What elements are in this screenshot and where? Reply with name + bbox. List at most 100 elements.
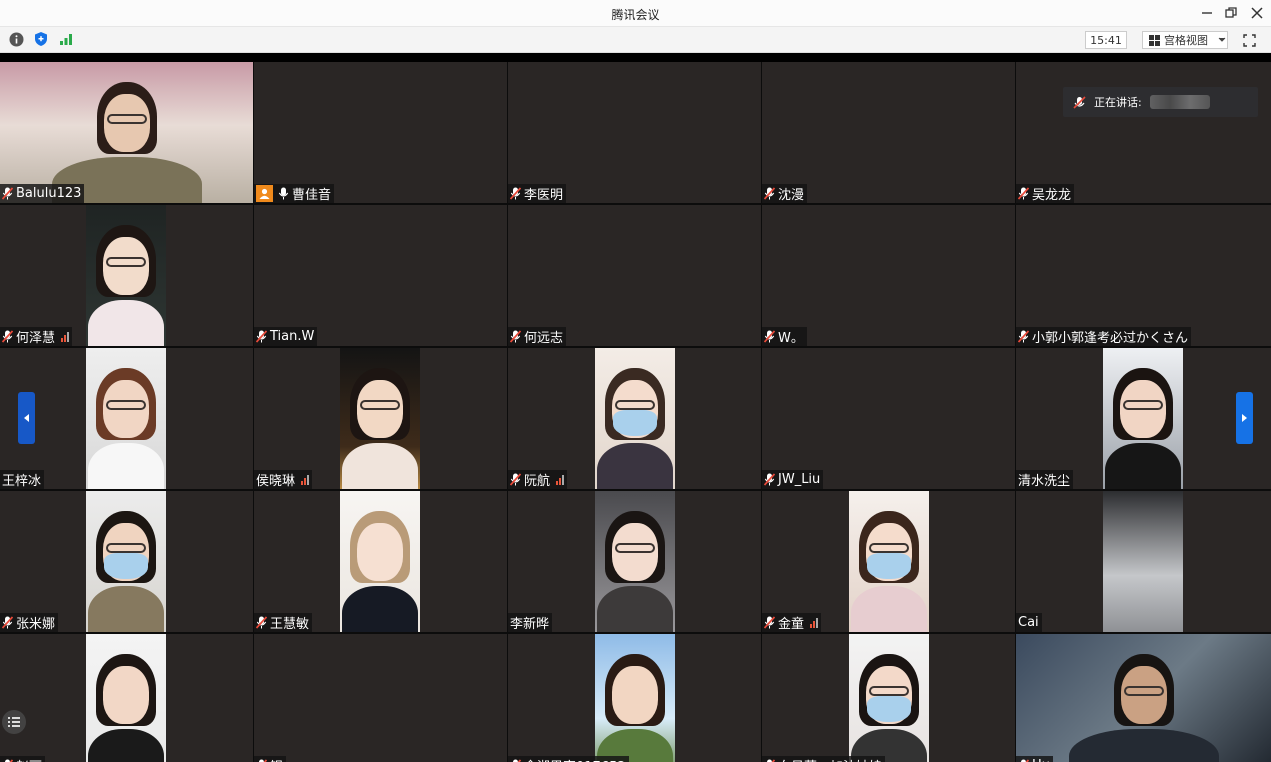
- window-title: 腾讯会议: [611, 8, 660, 22]
- participant-video: [1103, 491, 1183, 632]
- participant-video: [595, 491, 675, 632]
- chevron-right-icon: [1242, 414, 1247, 422]
- participant-name: Balulu123: [16, 186, 82, 201]
- participant-tile[interactable]: 余湘思宇017652: [508, 634, 761, 762]
- grid-icon: [1149, 34, 1160, 46]
- close-button[interactable]: [1246, 3, 1268, 23]
- muted-mic-icon: [256, 616, 267, 629]
- participant-face: [357, 523, 403, 581]
- view-mode-dropdown[interactable]: 宫格视图: [1142, 31, 1228, 49]
- participant-name: 清水洗尘: [1018, 474, 1071, 489]
- participant-video: [86, 348, 166, 489]
- participant-tile[interactable]: 阮航: [508, 348, 761, 489]
- list-icon: [8, 717, 20, 727]
- participant-tile[interactable]: W。: [762, 205, 1015, 346]
- participant-tile[interactable]: 李医明: [508, 62, 761, 203]
- security-button[interactable]: [33, 31, 49, 47]
- participant-video: [1016, 634, 1271, 762]
- participant-tile[interactable]: Cai: [1016, 491, 1271, 632]
- glasses: [615, 400, 655, 410]
- participant-name-tag: Tian.W: [254, 327, 318, 346]
- participant-video: [1103, 348, 1183, 489]
- participant-video: [340, 348, 420, 489]
- participant-name: 李新晔: [510, 617, 550, 632]
- participant-name: 张米娜: [16, 617, 56, 632]
- muted-mic-icon: [2, 187, 13, 200]
- participant-name-tag: 阮航: [508, 470, 568, 489]
- participant-video: [595, 634, 675, 762]
- minimize-button[interactable]: [1196, 3, 1218, 23]
- signal-icon: [60, 34, 72, 45]
- participant-name: 何泽慧: [16, 331, 56, 346]
- info-icon: [9, 32, 23, 46]
- muted-mic-icon: [764, 616, 775, 629]
- participant-name-tag: 王慧敏: [254, 613, 313, 632]
- participant-name-tag: 李新晔: [508, 613, 553, 632]
- participant-name-tag: 银: [254, 756, 287, 762]
- participant-tile[interactable]: 侯晓琳: [254, 348, 507, 489]
- speaking-label: 正在讲话:: [1094, 96, 1142, 109]
- participant-tile[interactable]: 清水洗尘: [1016, 348, 1271, 489]
- participant-name: 向贝莉，加油姑娘: [778, 756, 882, 762]
- participant-tile[interactable]: 吴龙龙: [1016, 62, 1271, 203]
- participant-tile[interactable]: Balulu123: [0, 62, 253, 203]
- participant-tile[interactable]: Tian.W: [254, 205, 507, 346]
- face-mask: [613, 410, 657, 436]
- participant-shoulders: [342, 443, 418, 489]
- title-bar: 腾讯会议: [0, 0, 1271, 27]
- participant-name: Hu: [1032, 758, 1050, 762]
- participant-tile[interactable]: 李新晔: [508, 491, 761, 632]
- participant-name: 侯晓琳: [256, 474, 296, 489]
- weak-signal-icon: [810, 617, 819, 628]
- muted-mic-icon: [256, 330, 267, 343]
- participant-video: [595, 348, 675, 489]
- muted-mic-icon: [2, 330, 13, 343]
- glasses: [615, 543, 655, 553]
- face-mask: [867, 553, 911, 579]
- participant-tile[interactable]: 王慧敏: [254, 491, 507, 632]
- network-status-button[interactable]: [58, 31, 74, 47]
- participant-name-tag: 清水洗尘: [1016, 470, 1074, 489]
- participant-shoulders: [1105, 443, 1181, 489]
- participant-tile[interactable]: 银: [254, 634, 507, 762]
- restore-button[interactable]: [1220, 3, 1242, 23]
- glasses: [106, 257, 146, 267]
- shield-icon: [35, 32, 47, 46]
- participant-name: 何远志: [524, 331, 564, 346]
- face-mask: [104, 553, 148, 579]
- participant-tile[interactable]: 赵丽: [0, 634, 253, 762]
- participant-tile[interactable]: 金童: [762, 491, 1015, 632]
- participant-name: 王慧敏: [270, 617, 310, 632]
- participant-face: [103, 666, 149, 724]
- participant-name: 王梓冰: [2, 474, 42, 489]
- glasses: [106, 543, 146, 553]
- participant-tile[interactable]: 何泽慧: [0, 205, 253, 346]
- previous-page-button[interactable]: [18, 392, 35, 444]
- participant-tile[interactable]: 张米娜: [0, 491, 253, 632]
- participant-tile[interactable]: Hu: [1016, 634, 1271, 762]
- glasses: [106, 114, 147, 124]
- participant-video: [849, 491, 929, 632]
- participant-shoulders: [1068, 729, 1219, 762]
- muted-mic-icon: [764, 187, 775, 200]
- next-page-button[interactable]: [1236, 392, 1253, 444]
- weak-signal-icon: [61, 331, 70, 342]
- participant-tile[interactable]: 沈漫: [762, 62, 1015, 203]
- participant-video: [0, 62, 253, 203]
- participant-tile[interactable]: 王梓冰: [0, 348, 253, 489]
- participant-tile[interactable]: 小郭小郭逢考必过かくさん: [1016, 205, 1271, 346]
- participant-name-tag: JW_Liu: [762, 470, 824, 489]
- participant-name: Cai: [1018, 615, 1039, 630]
- info-button[interactable]: [8, 31, 24, 47]
- muted-mic-icon: [510, 187, 521, 200]
- participant-shoulders: [342, 586, 418, 632]
- fullscreen-button[interactable]: [1238, 30, 1260, 50]
- participant-video: [86, 634, 166, 762]
- participant-tile[interactable]: 曹佳音: [254, 62, 507, 203]
- participant-tile[interactable]: 何远志: [508, 205, 761, 346]
- weak-signal-icon: [556, 474, 565, 485]
- participant-shoulders: [597, 443, 673, 489]
- participant-tile[interactable]: 向贝莉，加油姑娘: [762, 634, 1015, 762]
- participant-list-button[interactable]: [2, 710, 26, 734]
- participant-tile[interactable]: JW_Liu: [762, 348, 1015, 489]
